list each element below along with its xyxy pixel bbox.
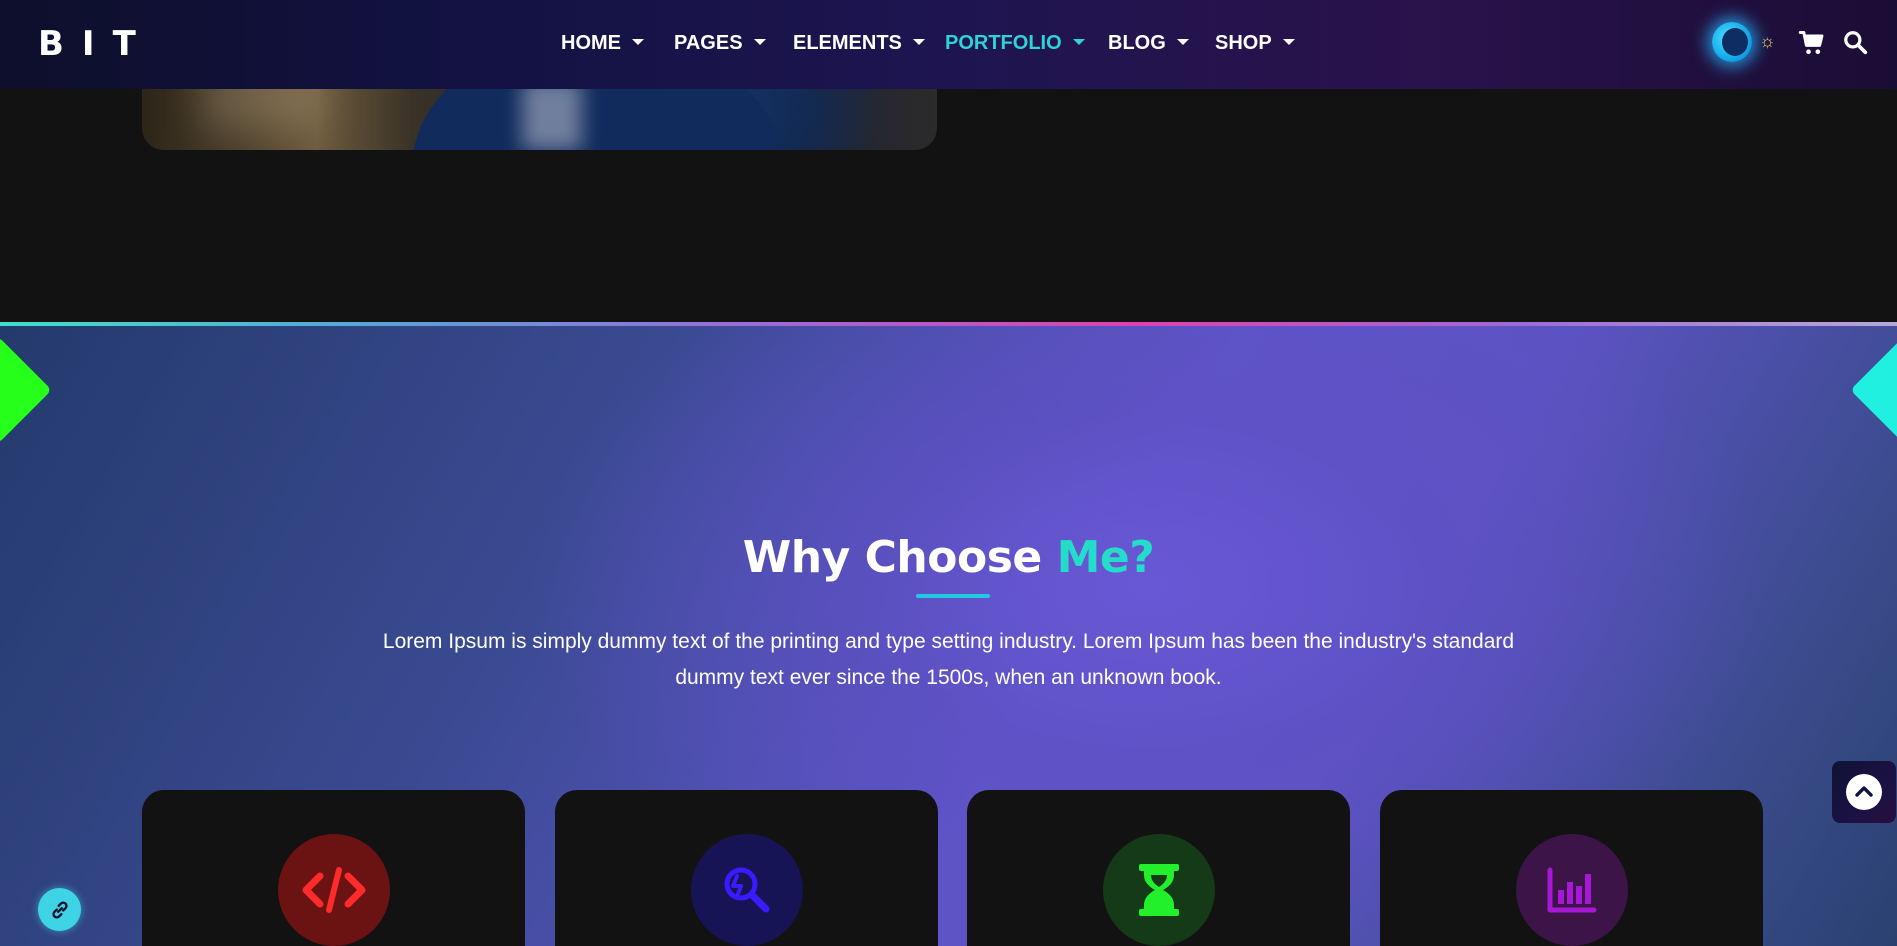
nav-item-label: PAGES <box>674 32 743 54</box>
title-main: Why Choose <box>742 532 1042 583</box>
bar-chart-icon <box>1547 867 1597 913</box>
decorative-diamond-right <box>1850 336 1897 444</box>
decorative-diamond-left <box>0 336 52 444</box>
chevron-down-icon <box>753 38 766 45</box>
nav-item-blog[interactable]: BLOG <box>1108 28 1189 58</box>
moon-icon <box>1722 28 1748 56</box>
feature-card[interactable] <box>967 790 1350 946</box>
nav-item-label: ELEMENTS <box>793 32 902 54</box>
nav-item-label: BLOG <box>1108 32 1166 54</box>
chevron-down-icon <box>1072 38 1085 45</box>
chevron-down-icon <box>1282 38 1295 45</box>
nav-item-label: SHOP <box>1215 32 1272 54</box>
icon-circle <box>278 834 390 946</box>
nav-item-portfolio[interactable]: PORTFOLIO <box>945 28 1085 58</box>
section-description: Lorem Ipsum is simply dummy text of the … <box>382 630 1515 689</box>
chevron-down-icon <box>632 38 644 45</box>
site-header: BIT HOME PAGES ELEMENTS PORTFOLIO BLOG S… <box>0 0 1897 89</box>
hourglass-icon <box>1139 864 1179 916</box>
scroll-top-circle <box>1846 774 1882 810</box>
main-nav: HOME PAGES ELEMENTS PORTFOLIO BLOG SHOP <box>0 28 1897 58</box>
link-button[interactable] <box>38 888 81 931</box>
chevron-down-icon <box>912 38 925 45</box>
nav-item-label: PORTFOLIO <box>945 32 1062 54</box>
title-accent: Me? <box>1056 532 1155 583</box>
nav-item-label: HOME <box>561 32 621 54</box>
feature-card[interactable] <box>1380 790 1763 946</box>
theme-toggle[interactable] <box>1712 22 1752 62</box>
why-choose-section: Why Choose Me? Lorem Ipsum is simply dum… <box>0 326 1897 946</box>
search-icon[interactable] <box>1842 29 1868 55</box>
scroll-to-top-button[interactable] <box>1832 761 1896 823</box>
feature-card[interactable] <box>142 790 525 946</box>
nav-item-home[interactable]: HOME <box>561 28 644 58</box>
nav-item-pages[interactable]: PAGES <box>674 28 766 58</box>
code-icon <box>302 867 366 913</box>
icon-circle <box>691 834 803 946</box>
feature-card[interactable] <box>555 790 938 946</box>
sun-icon: ☼ <box>1759 31 1776 51</box>
chevron-up-icon <box>1855 786 1873 797</box>
nav-item-shop[interactable]: SHOP <box>1215 28 1295 58</box>
icon-circle <box>1516 834 1628 946</box>
nav-item-elements[interactable]: ELEMENTS <box>793 28 925 58</box>
cart-icon[interactable] <box>1798 29 1826 57</box>
search-analytics-icon <box>724 867 770 913</box>
title-underline <box>916 594 990 598</box>
chevron-down-icon <box>1176 38 1189 45</box>
icon-circle <box>1103 834 1215 946</box>
section-title: Why Choose Me? <box>0 532 1897 583</box>
link-icon <box>51 900 68 919</box>
